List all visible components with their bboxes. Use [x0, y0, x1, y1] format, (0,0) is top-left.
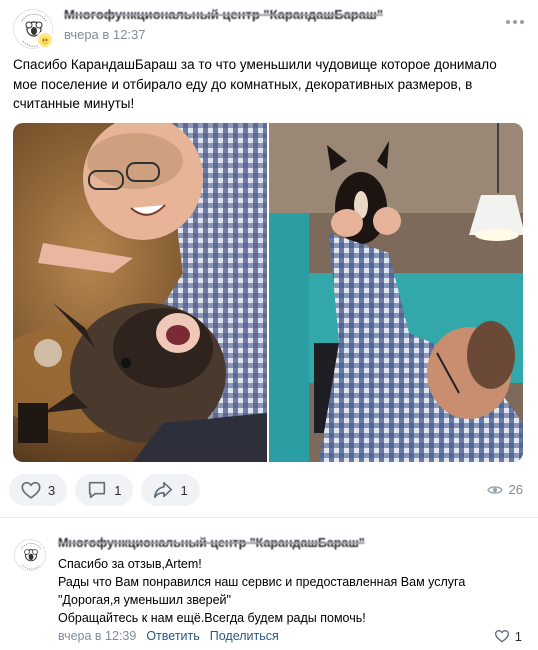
comment-text: Спасибо за отзыв,Artem! Рады что Вам пон… — [58, 555, 518, 627]
like-button[interactable]: 3 — [9, 474, 68, 506]
comment-author[interactable]: Многофункциональный центр "КарандашБараш… — [58, 536, 365, 550]
comment-line: "Дорогая,я уменьшил зверей" — [58, 593, 231, 607]
photo-selfie-with-dog[interactable] — [13, 123, 267, 462]
comment-count: 1 — [114, 482, 122, 498]
like-count: 3 — [48, 482, 56, 498]
comment-time[interactable]: вчера в 12:39 — [58, 629, 136, 643]
comment-icon — [89, 481, 106, 499]
sheep-logo-icon — [15, 540, 45, 570]
view-count: 26 — [508, 482, 523, 497]
more-options-icon[interactable] — [506, 20, 524, 26]
comment-avatar[interactable] — [14, 539, 46, 571]
share-icon — [154, 481, 173, 499]
comment-line: Рады что Вам понравился наш сервис и пре… — [58, 575, 466, 589]
post-author[interactable]: Многофункциональный центр "КарандашБараш… — [64, 7, 383, 22]
view-counter: 26 — [486, 482, 523, 497]
share-button[interactable]: 1 — [141, 474, 200, 506]
comment-button[interactable]: 1 — [75, 474, 134, 506]
eye-icon — [486, 485, 503, 494]
heart-icon — [494, 629, 509, 643]
comment: Многофункциональный центр "КарандашБараш… — [0, 528, 538, 650]
comment-like-count: 1 — [514, 628, 522, 644]
story-badge-icon — [36, 31, 54, 49]
divider — [0, 517, 538, 518]
post-text: Спасибо КарандашБараш за то что уменьшил… — [13, 57, 497, 111]
comment-line: Спасибо за отзыв,Artem! — [58, 557, 202, 571]
comment-line: Обращайтесь к нам ещё.Всегда будем рады … — [58, 611, 366, 625]
comment-footer: вчера в 12:39 Ответить Поделиться — [58, 629, 279, 643]
share-count: 1 — [180, 482, 188, 498]
post-time[interactable]: вчера в 12:37 — [64, 27, 145, 42]
wall-post: Многофункциональный центр "КарандашБараш… — [0, 0, 538, 517]
reply-link[interactable]: Ответить — [146, 629, 199, 643]
post-actions: 3 1 1 — [9, 474, 200, 506]
share-link[interactable]: Поделиться — [210, 629, 279, 643]
photo-man-lifting-dog[interactable] — [269, 123, 523, 462]
comment-like-button[interactable]: 1 — [494, 628, 522, 644]
heart-icon — [21, 481, 41, 499]
